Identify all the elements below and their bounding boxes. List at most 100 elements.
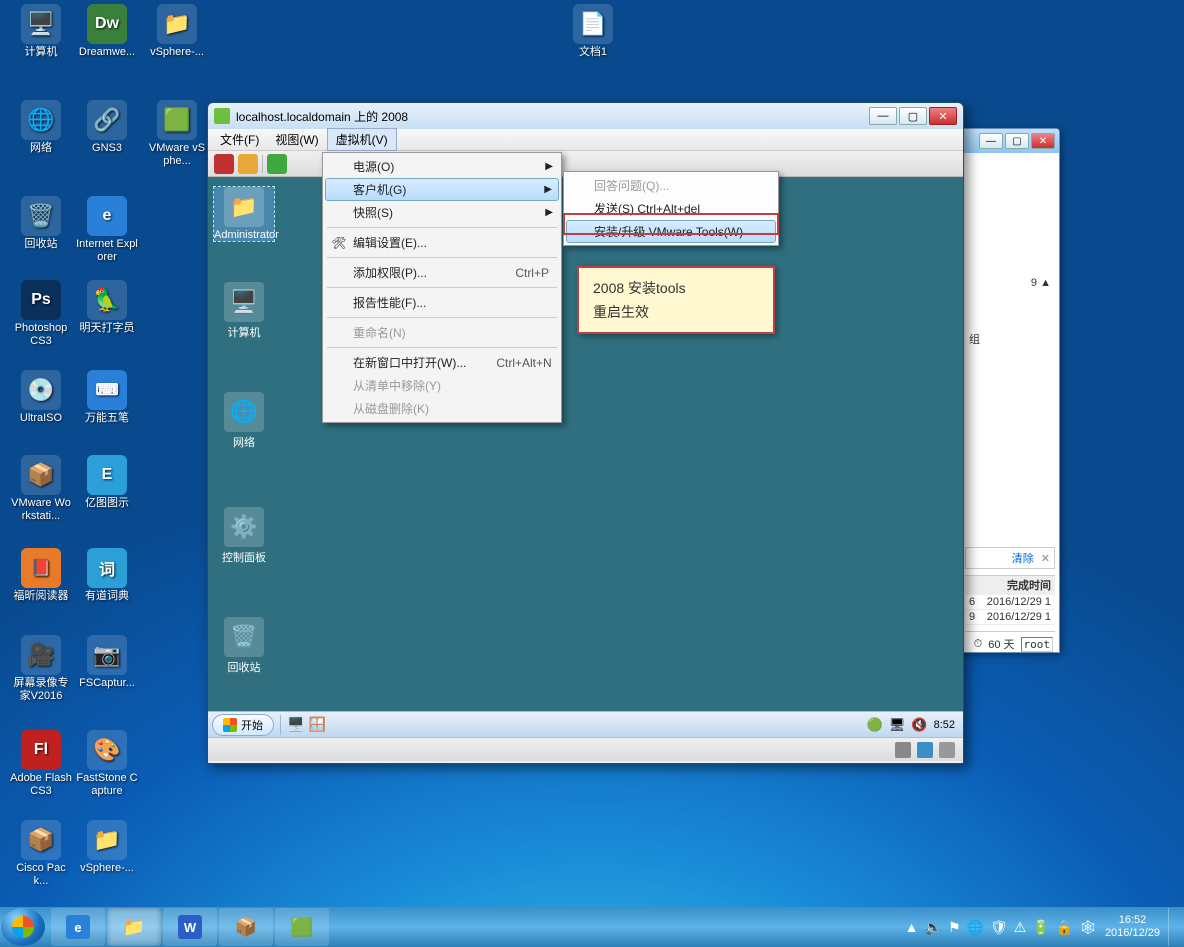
desktop-icon[interactable]: DwDreamwe... xyxy=(76,4,138,59)
app-icon: 🟩 xyxy=(157,100,197,140)
show-desktop-button[interactable] xyxy=(1168,908,1178,946)
host-start-button[interactable] xyxy=(1,908,45,946)
guest-desktop-icon[interactable]: 🗑️回收站 xyxy=(214,617,274,675)
menu-item[interactable]: 添加权限(P)...Ctrl+P xyxy=(325,261,559,284)
menu-item[interactable]: 在新窗口中打开(W)...Ctrl+Alt+N xyxy=(325,351,559,374)
menu-item[interactable]: 报告性能(F)... xyxy=(325,291,559,314)
desktop-icon[interactable]: 🦜明天打字员 xyxy=(76,280,138,335)
desktop-icon[interactable]: FlAdobe Flash CS3 xyxy=(10,730,72,798)
taskbar-item[interactable]: 📁 xyxy=(107,908,161,946)
guest-clock[interactable]: 8:52 xyxy=(934,719,955,731)
tray-icon[interactable]: ⚑ xyxy=(948,919,961,936)
menu-item[interactable]: 🛠编辑设置(E)... xyxy=(325,231,559,254)
desktop-icon[interactable]: 🌐网络 xyxy=(10,100,72,155)
pause-button[interactable] xyxy=(238,154,258,174)
maximize-button[interactable]: ▢ xyxy=(899,107,927,125)
icon-label: Photoshop CS3 xyxy=(10,322,72,348)
app-icon: 🖥️ xyxy=(224,282,264,322)
menu-file[interactable]: 文件(F) xyxy=(212,129,267,150)
menu-item[interactable]: 客户机(G)▶ xyxy=(325,178,559,201)
desktop-icon[interactable]: 🗑️回收站 xyxy=(10,196,72,251)
desktop-icon[interactable]: 🎥屏幕录像专家V2016 xyxy=(10,635,72,703)
device-network-icon[interactable] xyxy=(917,742,933,758)
guest-start-button[interactable]: 开始 xyxy=(212,714,274,736)
app-icon: 📕 xyxy=(21,548,61,588)
taskbar-item[interactable]: W xyxy=(163,908,217,946)
note-line-1: 2008 安装tools xyxy=(593,278,759,298)
tray-icon[interactable]: ⚠ xyxy=(1014,919,1027,936)
desktop-icon[interactable]: 🔗GNS3 xyxy=(76,100,138,155)
desktop-icon[interactable]: eInternet Explorer xyxy=(76,196,138,264)
desktop-icon[interactable]: 词有道词典 xyxy=(76,548,138,603)
vm-menu: 电源(O)▶客户机(G)▶快照(S)▶ 🛠编辑设置(E)... 添加权限(P)...… xyxy=(322,152,562,423)
guest-quicklaunch-icon[interactable]: 🖥️ xyxy=(287,716,304,733)
submenu-arrow-icon: ▶ xyxy=(545,161,553,172)
task-app-icon: 📁 xyxy=(123,917,145,938)
guest-desktop-icon[interactable]: 🌐网络 xyxy=(214,392,274,450)
guest-tray-icon[interactable]: 🖥 xyxy=(889,717,906,733)
menu-item-label: 添加权限(P)... xyxy=(353,264,427,281)
menu-vm[interactable]: 虚拟机(V) xyxy=(327,128,397,151)
minimize-button[interactable]: — xyxy=(869,107,897,125)
desktop-icon[interactable]: 💿UltraISO xyxy=(10,370,72,425)
vmc-titlebar[interactable]: localhost.localdomain 上的 2008 — ▢ ✕ xyxy=(208,103,963,129)
guest-quicklaunch-icon[interactable]: 🪟 xyxy=(308,716,325,733)
power-on-button[interactable] xyxy=(267,154,287,174)
bgwin-min[interactable]: — xyxy=(979,133,1003,149)
device-cdrom-icon[interactable] xyxy=(895,742,911,758)
desktop-icon[interactable]: 📦VMware Workstati... xyxy=(10,455,72,523)
tray-icon[interactable]: ▲ xyxy=(905,919,919,936)
bgwin-close[interactable]: ✕ xyxy=(1031,133,1055,149)
menu-item[interactable]: 电源(O)▶ xyxy=(325,155,559,178)
app-icon: 📄 xyxy=(573,4,613,44)
bgwin-clear-link[interactable]: 清除 xyxy=(1012,553,1034,565)
bgwin-max[interactable]: ▢ xyxy=(1005,133,1029,149)
menu-item[interactable]: 快照(S)▶ xyxy=(325,201,559,224)
desktop-icon[interactable]: 🎨FastStone Capture xyxy=(76,730,138,798)
submenu-item[interactable]: 发送(S) Ctrl+Alt+del xyxy=(566,197,776,220)
taskbar-item[interactable]: e xyxy=(51,908,105,946)
guest-desktop-icon[interactable]: ⚙️控制面板 xyxy=(214,507,274,565)
desktop-icon[interactable]: 📦Cisco Pack... xyxy=(10,820,72,888)
desktop-icon[interactable]: 📁vSphere-... xyxy=(76,820,138,875)
submenu-item: 回答问题(Q)... xyxy=(566,174,776,197)
icon-label: VMware Workstati... xyxy=(10,497,72,523)
tray-icon[interactable]: 🔈 xyxy=(925,919,942,936)
desktop-icon[interactable]: 📕福昕阅读器 xyxy=(10,548,72,603)
guest-desktop-icon[interactable]: 📁Administrator xyxy=(214,187,274,241)
icon-label: Cisco Pack... xyxy=(10,862,72,888)
guest-tray-icon[interactable]: 🔇 xyxy=(911,717,927,733)
tray-icon[interactable]: 🔒 xyxy=(1056,919,1073,936)
tray-icon[interactable]: 🌐 xyxy=(967,919,984,936)
menu-view[interactable]: 视图(W) xyxy=(267,129,326,150)
desktop-icon[interactable]: 📄文档1 xyxy=(562,4,624,59)
desktop-icon[interactable]: 📁vSphere-... xyxy=(146,4,208,59)
power-off-button[interactable] xyxy=(214,154,234,174)
desktop-icon[interactable]: 🟩VMware vSphe... xyxy=(146,100,208,168)
desktop-icon[interactable]: ⌨万能五笔 xyxy=(76,370,138,425)
close-x-icon[interactable]: ✕ xyxy=(1041,553,1050,565)
icon-label: Dreamwe... xyxy=(76,46,138,59)
guest-tray-network-icon[interactable]: 🟢 xyxy=(867,717,883,733)
desktop-icon[interactable]: PsPhotoshop CS3 xyxy=(10,280,72,348)
desktop-icon[interactable]: 📷FSCaptur... xyxy=(76,635,138,690)
app-icon: e xyxy=(87,196,127,236)
desktop-icon[interactable]: E亿图图示 xyxy=(76,455,138,510)
close-button[interactable]: ✕ xyxy=(929,107,957,125)
device-floppy-icon[interactable] xyxy=(939,742,955,758)
host-time: 16:52 xyxy=(1105,914,1160,927)
icon-label: 明天打字员 xyxy=(76,322,138,335)
taskbar-item[interactable]: 🟩 xyxy=(275,908,329,946)
app-icon: 📁 xyxy=(87,820,127,860)
tray-icon[interactable]: 🔋 xyxy=(1032,919,1049,936)
taskbar-item[interactable]: 📦 xyxy=(219,908,273,946)
vmc-app-icon xyxy=(214,108,230,124)
submenu-item[interactable]: 安装/升级 VMware Tools(W) xyxy=(566,220,776,243)
desktop-icon[interactable]: 🖥️计算机 xyxy=(10,4,72,59)
note-line-2: 重启生效 xyxy=(593,302,759,322)
host-clock[interactable]: 16:52 2016/12/29 xyxy=(1105,914,1160,940)
guest-desktop-icon[interactable]: 🖥️计算机 xyxy=(214,282,274,340)
icon-label: vSphere-... xyxy=(146,46,208,59)
tray-icon[interactable]: 🛡 xyxy=(990,919,1008,936)
tray-icon[interactable]: 🕸 xyxy=(1079,919,1097,936)
